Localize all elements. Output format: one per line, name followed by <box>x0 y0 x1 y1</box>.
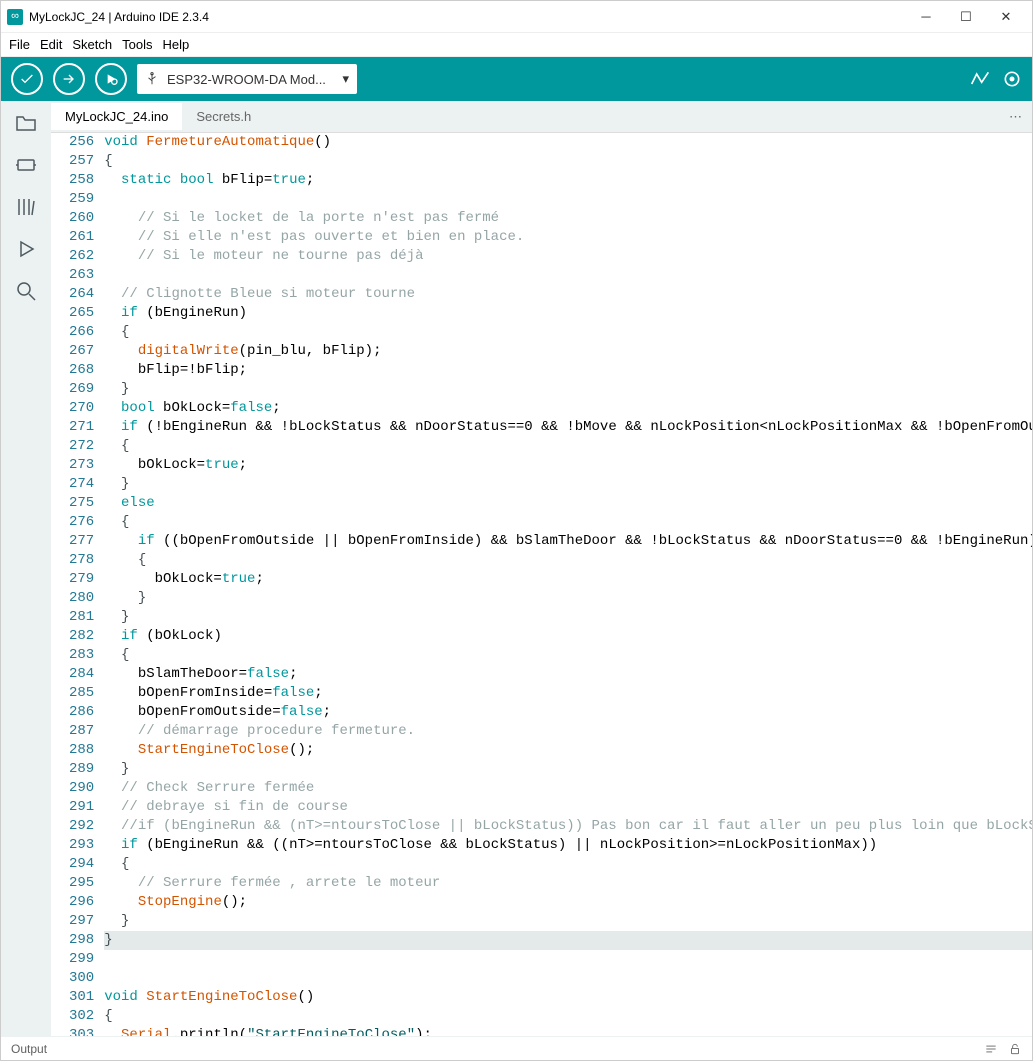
arrow-right-icon <box>61 71 77 87</box>
main-area: MyLockJC_24.ino Secrets.h ⋯ 256257258259… <box>1 101 1032 1036</box>
debug-icon[interactable] <box>14 237 38 261</box>
maximize-button[interactable]: ☐ <box>946 2 986 32</box>
sidebar <box>1 101 51 1036</box>
minimize-button[interactable]: ─ <box>906 2 946 32</box>
editor-area: MyLockJC_24.ino Secrets.h ⋯ 256257258259… <box>51 101 1032 1036</box>
serial-plotter-icon[interactable] <box>970 69 990 89</box>
status-bar: Output <box>1 1036 1032 1060</box>
menu-bar: File Edit Sketch Tools Help <box>1 33 1032 57</box>
title-bar: MyLockJC_24 | Arduino IDE 2.3.4 ─ ☐ ✕ <box>1 1 1032 33</box>
upload-button[interactable] <box>53 63 85 95</box>
code-content[interactable]: void FermetureAutomatique(){ static bool… <box>104 133 1032 1036</box>
tab-bar: MyLockJC_24.ino Secrets.h ⋯ <box>51 101 1032 133</box>
tab-main-sketch[interactable]: MyLockJC_24.ino <box>51 103 182 130</box>
play-debug-icon <box>103 71 119 87</box>
folder-icon[interactable] <box>14 111 38 135</box>
code-editor[interactable]: 2562572582592602612622632642652662672682… <box>51 133 1032 1036</box>
check-icon <box>19 71 35 87</box>
verify-button[interactable] <box>11 63 43 95</box>
notifications-icon[interactable] <box>984 1042 998 1056</box>
debug-button[interactable] <box>95 63 127 95</box>
menu-edit[interactable]: Edit <box>40 37 62 52</box>
menu-file[interactable]: File <box>9 37 30 52</box>
serial-monitor-icon[interactable] <box>1002 69 1022 89</box>
usb-icon <box>145 72 159 86</box>
close-button[interactable]: ✕ <box>986 2 1026 32</box>
tab-secrets[interactable]: Secrets.h <box>182 103 265 130</box>
menu-sketch[interactable]: Sketch <box>72 37 112 52</box>
menu-help[interactable]: Help <box>162 37 189 52</box>
library-manager-icon[interactable] <box>14 195 38 219</box>
output-label[interactable]: Output <box>11 1042 47 1056</box>
chevron-down-icon: ▾ <box>342 71 349 87</box>
board-label: ESP32-WROOM-DA Mod... <box>167 72 326 87</box>
lock-icon[interactable] <box>1008 1042 1022 1056</box>
board-manager-icon[interactable] <box>14 153 38 177</box>
window-title: MyLockJC_24 | Arduino IDE 2.3.4 <box>29 10 209 24</box>
app-icon <box>7 9 23 25</box>
toolbar: ESP32-WROOM-DA Mod... ▾ <box>1 57 1032 101</box>
board-selector[interactable]: ESP32-WROOM-DA Mod... ▾ <box>137 64 357 94</box>
search-icon[interactable] <box>14 279 38 303</box>
line-number-gutter: 2562572582592602612622632642652662672682… <box>51 133 104 1036</box>
menu-tools[interactable]: Tools <box>122 37 152 52</box>
tab-overflow-button[interactable]: ⋯ <box>999 103 1032 131</box>
